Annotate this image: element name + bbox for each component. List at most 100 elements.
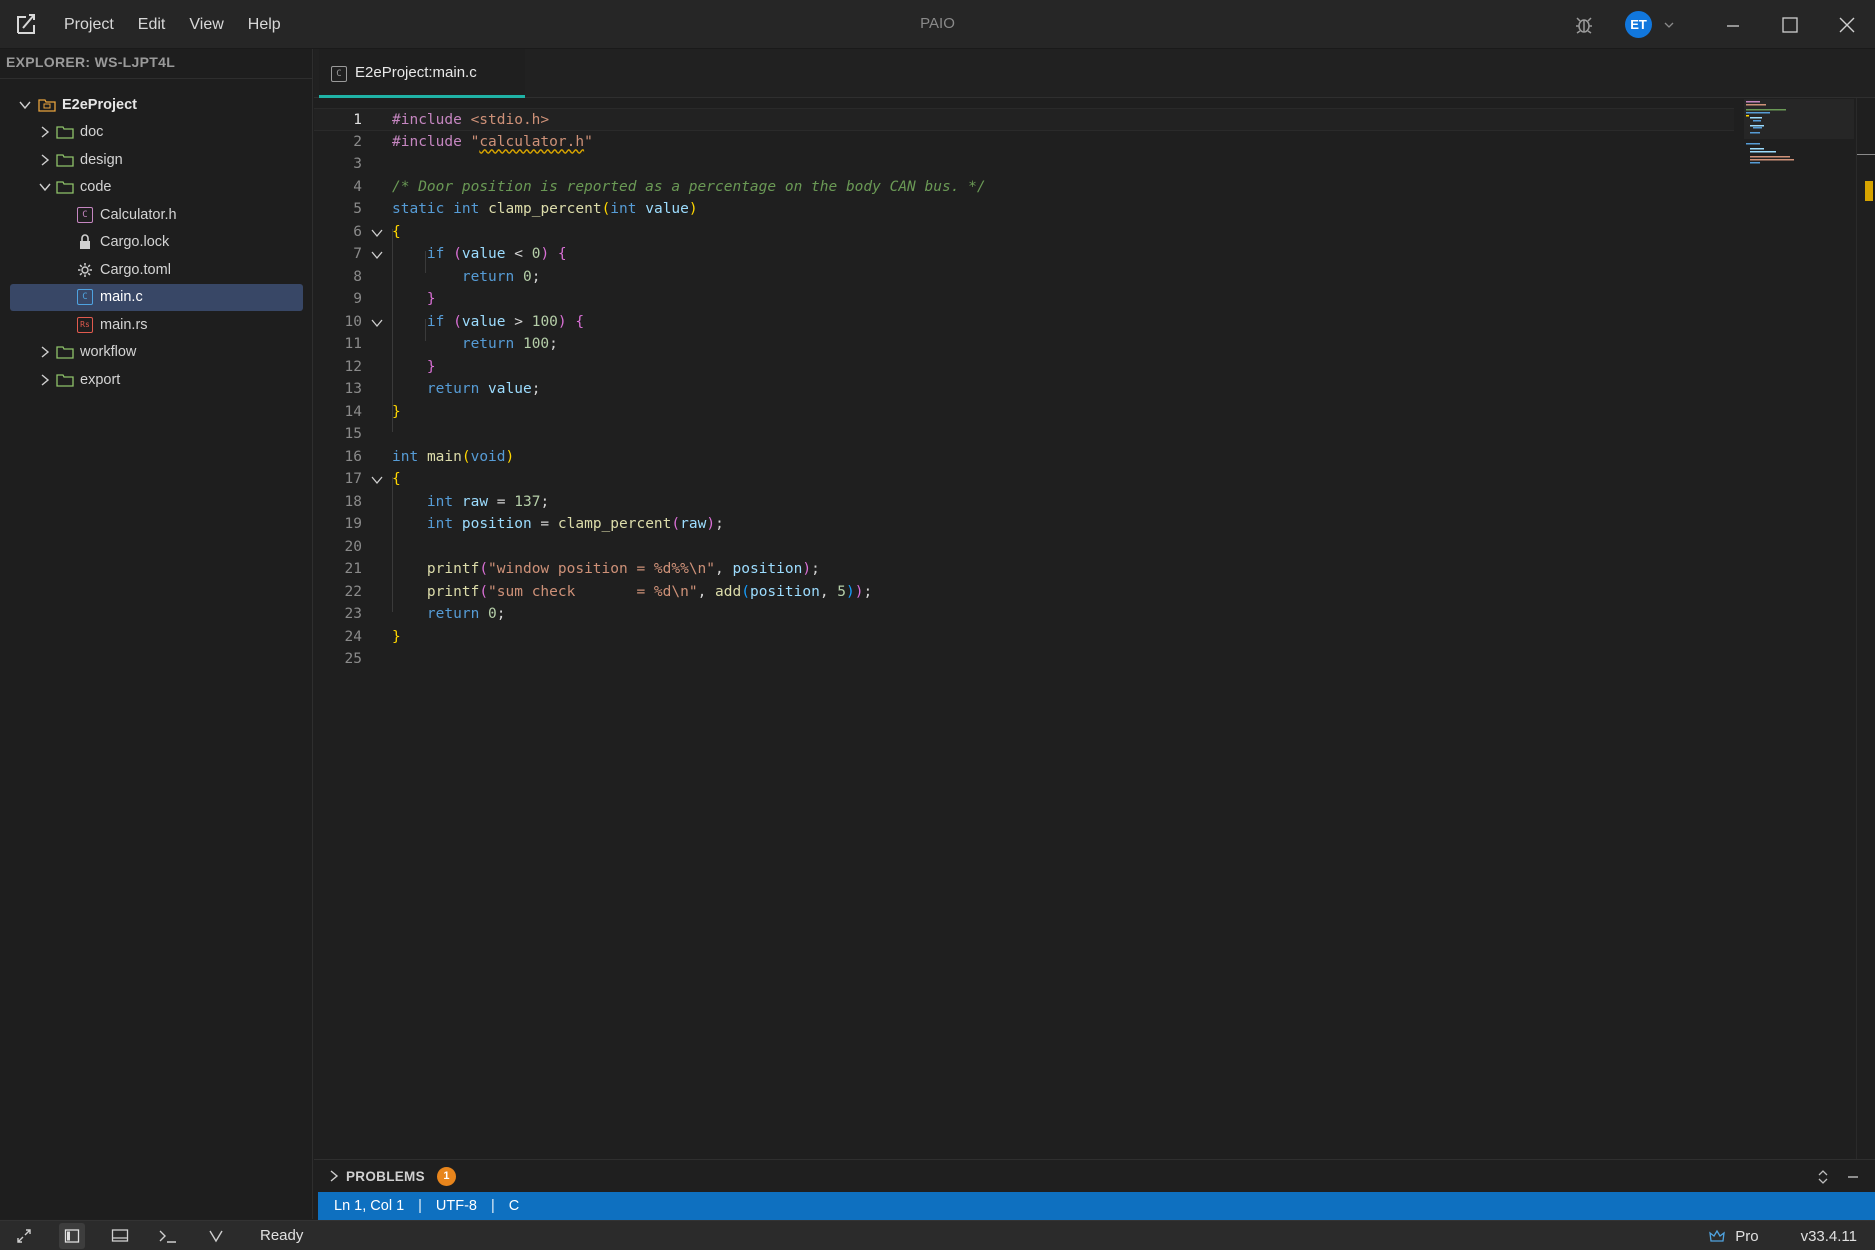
toggle-panel-icon[interactable] bbox=[96, 1221, 144, 1250]
code-text: if (value > 100) { bbox=[426, 313, 585, 330]
line-number: 1 bbox=[353, 112, 362, 128]
maximize-button[interactable] bbox=[1761, 0, 1818, 49]
line-number: 14 bbox=[344, 403, 362, 420]
fold-chevron-icon[interactable] bbox=[370, 225, 384, 239]
menu-help[interactable]: Help bbox=[236, 0, 293, 49]
status-bar: Ln 1, Col 1 | UTF-8 | C bbox=[318, 1192, 1875, 1220]
code-line: 15 bbox=[314, 423, 1734, 446]
line-number: 20 bbox=[344, 538, 362, 555]
line-number: 10 bbox=[344, 313, 362, 330]
tree-item-export[interactable]: export bbox=[0, 366, 313, 394]
minimize-panel-icon[interactable] bbox=[1844, 1168, 1862, 1186]
tree-item-workflow[interactable]: workflow bbox=[0, 339, 313, 367]
tree-item-doc[interactable]: doc bbox=[0, 119, 313, 147]
tree-item-calculator-h[interactable]: C Calculator.h bbox=[0, 201, 313, 229]
line-number: 7 bbox=[353, 246, 362, 262]
code-line: 21 printf("window position = %d%%\n", po… bbox=[314, 558, 1734, 581]
user-avatar[interactable]: ET bbox=[1625, 11, 1652, 38]
code-line: 12 } bbox=[314, 356, 1734, 379]
version-label: v33.4.11 bbox=[1800, 1227, 1857, 1245]
folder-open-icon bbox=[56, 179, 74, 195]
code-line: 2 #include "calculator.h" bbox=[314, 131, 1734, 154]
line-number: 19 bbox=[344, 516, 362, 532]
close-button[interactable] bbox=[1818, 0, 1875, 49]
tree-item-label: main.c bbox=[100, 289, 143, 306]
line-number: 2 bbox=[353, 133, 362, 150]
line-number: 15 bbox=[344, 426, 362, 442]
line-number: 9 bbox=[353, 291, 362, 307]
code-text: int position = clamp_percent(raw); bbox=[426, 516, 724, 532]
menu-view[interactable]: View bbox=[177, 0, 235, 49]
minimap[interactable] bbox=[1744, 99, 1854, 199]
code-line: 5 static int clamp_percent(int value) bbox=[314, 198, 1734, 221]
code-line: 4 /* Door position is reported as a perce… bbox=[314, 176, 1734, 199]
code-line: 20 bbox=[314, 536, 1734, 559]
menu-edit[interactable]: Edit bbox=[126, 0, 178, 49]
fold-chevron-icon[interactable] bbox=[370, 472, 384, 486]
lock-icon bbox=[76, 234, 94, 250]
debug-bug-icon[interactable] bbox=[1573, 14, 1595, 36]
menu-project[interactable]: Project bbox=[52, 0, 126, 49]
c-file-icon: C bbox=[331, 63, 347, 82]
account-chevron-down-icon[interactable] bbox=[1658, 14, 1680, 36]
code-line: 14} bbox=[314, 401, 1734, 424]
problems-count-badge: 1 bbox=[436, 1166, 456, 1186]
code-text: int main(void) bbox=[392, 448, 515, 465]
minimize-button[interactable] bbox=[1704, 0, 1761, 49]
vertical-scrollbar[interactable] bbox=[1856, 98, 1875, 1208]
folder-icon bbox=[56, 344, 74, 360]
expand-panel-icon[interactable] bbox=[1814, 1168, 1832, 1186]
tree-item-e2eproject[interactable]: E2eProject bbox=[0, 91, 313, 119]
plan-label[interactable]: Pro bbox=[1735, 1228, 1758, 1245]
fold-chevron-icon[interactable] bbox=[370, 247, 384, 261]
tree-item-cargo-lock[interactable]: Cargo.lock bbox=[0, 229, 313, 257]
tree-item-design[interactable]: design bbox=[0, 146, 313, 174]
explorer-header: EXPLORER: WS-LJPT4L bbox=[0, 49, 312, 79]
chevron-down-icon bbox=[18, 98, 32, 112]
code-text: return value; bbox=[426, 381, 541, 397]
language-mode[interactable]: C bbox=[509, 1198, 519, 1214]
chevron-right-icon[interactable] bbox=[328, 1170, 340, 1182]
tree-item-label: main.rs bbox=[100, 316, 148, 333]
code-text: printf("window position = %d%%\n", posit… bbox=[426, 561, 820, 577]
tree-item-code[interactable]: code bbox=[0, 174, 313, 202]
chevron-right-icon bbox=[38, 125, 52, 139]
tree-item-label: export bbox=[80, 371, 121, 388]
bottom-activity-bar: Ready Pro v33.4.11 bbox=[0, 1220, 1875, 1250]
tree-item-cargo-toml[interactable]: Cargo.toml bbox=[0, 256, 313, 284]
line-number: 18 bbox=[344, 493, 362, 510]
chevron-down-icon[interactable] bbox=[192, 1221, 240, 1250]
ready-status: Ready bbox=[260, 1227, 304, 1244]
tree-item-label: design bbox=[80, 151, 123, 168]
code-line: 23 return 0; bbox=[314, 603, 1734, 626]
code-text: } bbox=[426, 291, 436, 307]
code-text: return 100; bbox=[461, 336, 558, 352]
code-line: 24} bbox=[314, 626, 1734, 649]
terminal-icon[interactable] bbox=[144, 1221, 192, 1250]
tree-item-label: Cargo.toml bbox=[100, 261, 171, 278]
code-text: #include <stdio.h> bbox=[392, 112, 550, 128]
code-line: 22 printf("sum check = %d\n", add(positi… bbox=[314, 581, 1734, 604]
app-window: Project Edit View Help PAIO ET EXPLORER:… bbox=[0, 0, 1875, 1250]
remote-connection-icon[interactable] bbox=[0, 1221, 48, 1250]
code-text: { bbox=[392, 471, 401, 487]
gear-icon bbox=[76, 262, 94, 278]
file-encoding[interactable]: UTF-8 bbox=[436, 1198, 477, 1214]
tab-main-c[interactable]: C E2eProject:main.c bbox=[319, 49, 525, 98]
warning-scroll-marker bbox=[1865, 181, 1873, 201]
rust-file-icon: Rs bbox=[76, 316, 94, 333]
fold-chevron-icon[interactable] bbox=[370, 315, 384, 329]
code-editor[interactable]: 1 #include <stdio.h> 2 #include "calculato… bbox=[314, 108, 1734, 671]
code-line: 1 #include <stdio.h> bbox=[314, 108, 1734, 131]
code-line: 9 } bbox=[314, 288, 1734, 311]
file-tree: E2eProject doc design code C Calculator.… bbox=[0, 91, 313, 394]
code-line: 19 int position = clamp_percent(raw); bbox=[314, 513, 1734, 536]
tree-item-main-c[interactable]: C main.c bbox=[10, 283, 303, 311]
tree-item-main-rs[interactable]: Rs main.rs bbox=[0, 311, 313, 339]
title-bar: Project Edit View Help PAIO ET bbox=[0, 0, 1875, 49]
toggle-sidebar-icon[interactable] bbox=[59, 1222, 85, 1249]
problems-panel-header[interactable]: PROBLEMS 1 bbox=[314, 1159, 1875, 1192]
tree-item-label: doc bbox=[80, 124, 104, 141]
cursor-position[interactable]: Ln 1, Col 1 bbox=[334, 1198, 404, 1214]
folder-icon bbox=[56, 152, 74, 168]
